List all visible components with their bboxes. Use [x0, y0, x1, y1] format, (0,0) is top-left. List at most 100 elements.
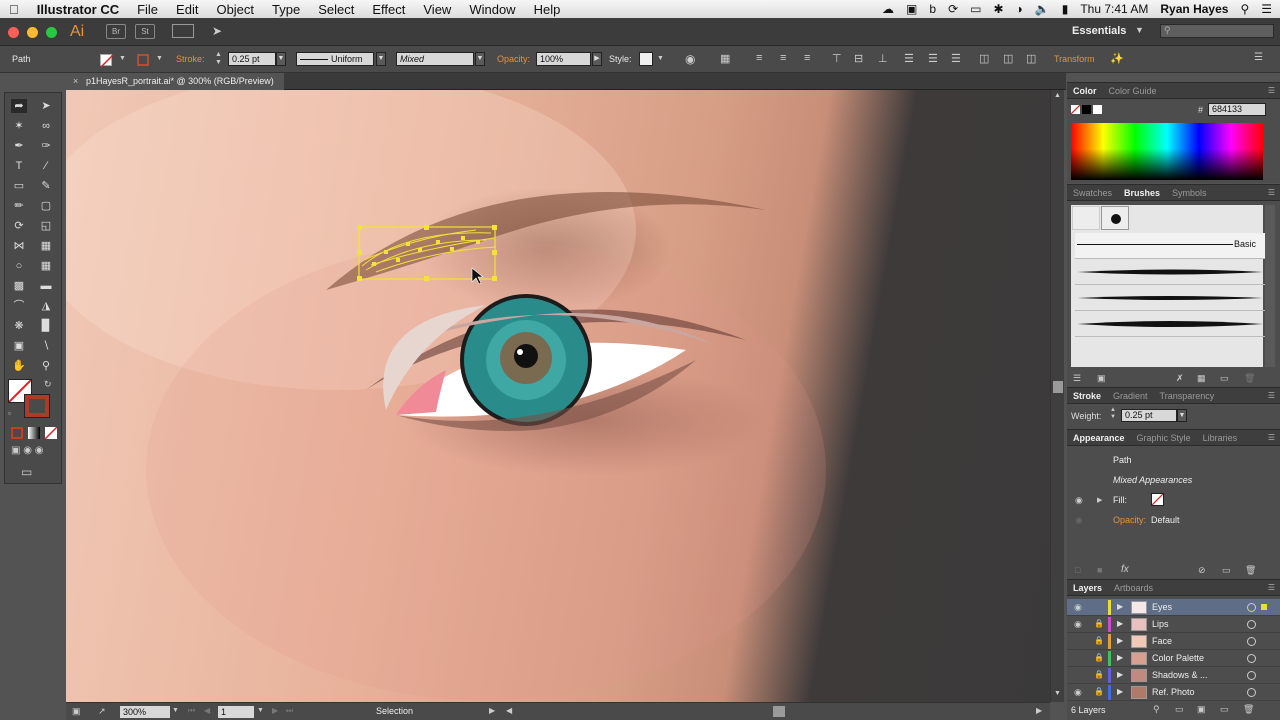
artboard-number-field[interactable]: 1 — [218, 706, 254, 718]
appearance-fill-swatch[interactable] — [1151, 493, 1164, 506]
create-sublayer-icon[interactable]: ▣ — [1197, 704, 1206, 715]
previous-artboard-icon[interactable]: ◀ — [204, 706, 210, 715]
hand-tool-icon[interactable]: ✋ — [11, 359, 27, 373]
horizontal-scroll-thumb[interactable] — [773, 706, 785, 717]
selection-tool-icon[interactable]: ➦ — [11, 99, 27, 113]
layers-panel-menu-icon[interactable]: ☰ — [1268, 583, 1275, 592]
tab-symbols[interactable]: Symbols — [1166, 188, 1213, 198]
fill-swatch[interactable] — [100, 54, 114, 68]
opacity-field[interactable]: 100% — [536, 52, 591, 66]
shape-builder-tool-icon[interactable]: ○ — [11, 259, 27, 273]
brush-definition-field[interactable]: Mixed — [396, 52, 474, 66]
tab-transparency[interactable]: Transparency — [1154, 391, 1221, 401]
vertical-scroll-thumb[interactable] — [1053, 381, 1063, 393]
lips-visibility-icon[interactable]: ◉ — [1074, 619, 1082, 630]
color-palette-lock-icon[interactable]: 🔒 — [1094, 653, 1104, 662]
color-panel-menu-icon[interactable]: ☰ — [1268, 86, 1275, 95]
menu-select[interactable]: Select — [309, 2, 363, 17]
delete-layer-icon[interactable]: 🗑 — [1243, 704, 1254, 715]
close-window-icon[interactable] — [8, 27, 19, 38]
brushes-panel-menu-icon[interactable]: ☰ — [1268, 188, 1275, 197]
weight-stepper-icon[interactable]: ▲ ▼ — [1110, 407, 1116, 421]
gradient-mode-icon[interactable] — [28, 427, 40, 439]
rectangle-tool-icon[interactable]: ▭ — [11, 179, 27, 193]
variable-width-profile[interactable]: Uniform — [296, 52, 374, 66]
layer-row-eyes[interactable]: ◉ ▶ Eyes — [1067, 599, 1280, 616]
spotlight-icon[interactable]: ⚲ — [1240, 2, 1249, 16]
curvature-tool-icon[interactable]: ✑ — [38, 139, 54, 153]
transform-link[interactable]: Transform — [1054, 54, 1095, 64]
opacity-dropdown[interactable]: ▶ — [592, 52, 602, 66]
brush-taper-2[interactable] — [1075, 285, 1265, 311]
zoom-tool-icon[interactable]: ⚲ — [38, 359, 54, 373]
close-tab-icon[interactable]: × — [73, 76, 78, 86]
align-to-icon[interactable]: ▦ — [720, 52, 730, 65]
pencil-tool-icon[interactable]: ✏ — [11, 199, 27, 213]
zoom-window-icon[interactable] — [46, 27, 57, 38]
brush-basic[interactable]: Basic — [1075, 233, 1265, 259]
workspace-switcher[interactable]: Essentials — [1072, 25, 1126, 37]
volume-icon[interactable]: 🔈 — [1035, 2, 1050, 16]
artboard-canvas[interactable] — [66, 90, 1050, 702]
line-tool-icon[interactable]: ∕ — [38, 159, 54, 173]
screen-mode-icon[interactable]: ▭ — [21, 465, 32, 479]
default-fill-stroke-icon[interactable]: ▫ — [8, 409, 11, 418]
menu-edit[interactable]: Edit — [167, 2, 207, 17]
shadows-expand-icon[interactable]: ▶ — [1117, 670, 1123, 679]
pen-tool-icon[interactable]: ✒ — [11, 139, 27, 153]
next-artboard-icon[interactable]: ▶ — [272, 706, 278, 715]
scroll-up-icon[interactable]: ▲ — [1054, 92, 1061, 99]
style-dropdown-icon[interactable]: ▼ — [657, 55, 664, 62]
apple-icon[interactable]:  — [0, 2, 28, 17]
color-mode-icon[interactable] — [11, 427, 23, 439]
appearance-opacity-label[interactable]: Opacity: — [1113, 515, 1146, 525]
swap-fill-stroke-icon[interactable]: ↻ — [44, 379, 52, 390]
weight-field[interactable]: 0.25 pt — [1121, 409, 1177, 422]
shadows-layer-name[interactable]: Shadows & ... — [1152, 670, 1208, 680]
duplicate-item-icon[interactable]: ▭ — [1222, 565, 1231, 576]
menu-type[interactable]: Type — [263, 2, 309, 17]
tab-graphic-style[interactable]: Graphic Style — [1131, 433, 1197, 443]
tab-libraries[interactable]: Libraries — [1197, 433, 1244, 443]
stroke-panel-menu-icon[interactable]: ☰ — [1268, 391, 1275, 400]
app-menu[interactable]: Illustrator CC — [28, 2, 128, 17]
distribute-bottom-icon[interactable]: ☰ — [951, 52, 961, 65]
make-clipping-mask-icon[interactable]: ▭ — [1175, 704, 1184, 715]
appearance-panel-menu-icon[interactable]: ☰ — [1268, 433, 1275, 442]
scroll-right-icon[interactable]: ▶ — [1036, 706, 1042, 715]
layer-row-ref-photo[interactable]: ◉ 🔒 ▶ Ref. Photo — [1067, 684, 1280, 701]
stroke-weight-field[interactable]: 0.25 pt — [228, 52, 276, 66]
hex-value-field[interactable]: 684133 — [1208, 103, 1266, 116]
eraser-tool-icon[interactable]: ▢ — [38, 199, 54, 213]
none-color-chip[interactable] — [1070, 104, 1081, 115]
face-target-icon[interactable] — [1247, 637, 1256, 646]
fill-label[interactable]: Fill: — [1113, 495, 1127, 505]
tab-color-guide[interactable]: Color Guide — [1103, 86, 1163, 96]
face-layer-name[interactable]: Face — [1152, 636, 1172, 646]
delete-item-icon[interactable]: 🗑 — [1245, 565, 1256, 576]
ref-photo-visibility-icon[interactable]: ◉ — [1074, 687, 1082, 698]
free-transform-tool-icon[interactable]: ▦ — [38, 239, 54, 253]
shadows-target-icon[interactable] — [1247, 671, 1256, 680]
distribute-middle-icon[interactable]: ☰ — [928, 52, 938, 65]
locate-object-icon[interactable]: ⚲ — [1153, 704, 1160, 715]
vertical-scrollbar[interactable]: ▲ ▼ — [1050, 90, 1064, 702]
stroke-dropdown-icon[interactable]: ▼ — [156, 55, 163, 62]
opacity-visibility-icon[interactable]: ◉ — [1075, 515, 1083, 526]
align-top-icon[interactable]: ⊤ — [832, 52, 842, 65]
symbol-sprayer-tool-icon[interactable]: ❋ — [11, 319, 27, 333]
stroke-stepper-icon[interactable]: ▲ ▼ — [215, 51, 222, 67]
menu-help[interactable]: Help — [525, 2, 570, 17]
layer-row-lips[interactable]: ◉ 🔒 ▶ Lips — [1067, 616, 1280, 633]
blend-tool-icon[interactable]: ◮ — [38, 299, 54, 313]
fill-visibility-icon[interactable]: ◉ — [1075, 495, 1083, 506]
zoom-level-field[interactable]: 300% — [120, 706, 170, 718]
scroll-down-icon[interactable]: ▼ — [1054, 690, 1061, 697]
export-icon[interactable]: ↗ — [98, 706, 106, 717]
artboard-dropdown-icon[interactable]: ▼ — [257, 707, 264, 714]
eyes-expand-icon[interactable]: ▶ — [1117, 602, 1123, 611]
black-color-chip[interactable] — [1082, 105, 1091, 114]
layer-row-color-palette[interactable]: 🔒 ▶ Color Palette — [1067, 650, 1280, 667]
direct-selection-tool-icon[interactable]: ➤ — [38, 99, 54, 113]
tab-brushes[interactable]: Brushes — [1118, 188, 1166, 198]
